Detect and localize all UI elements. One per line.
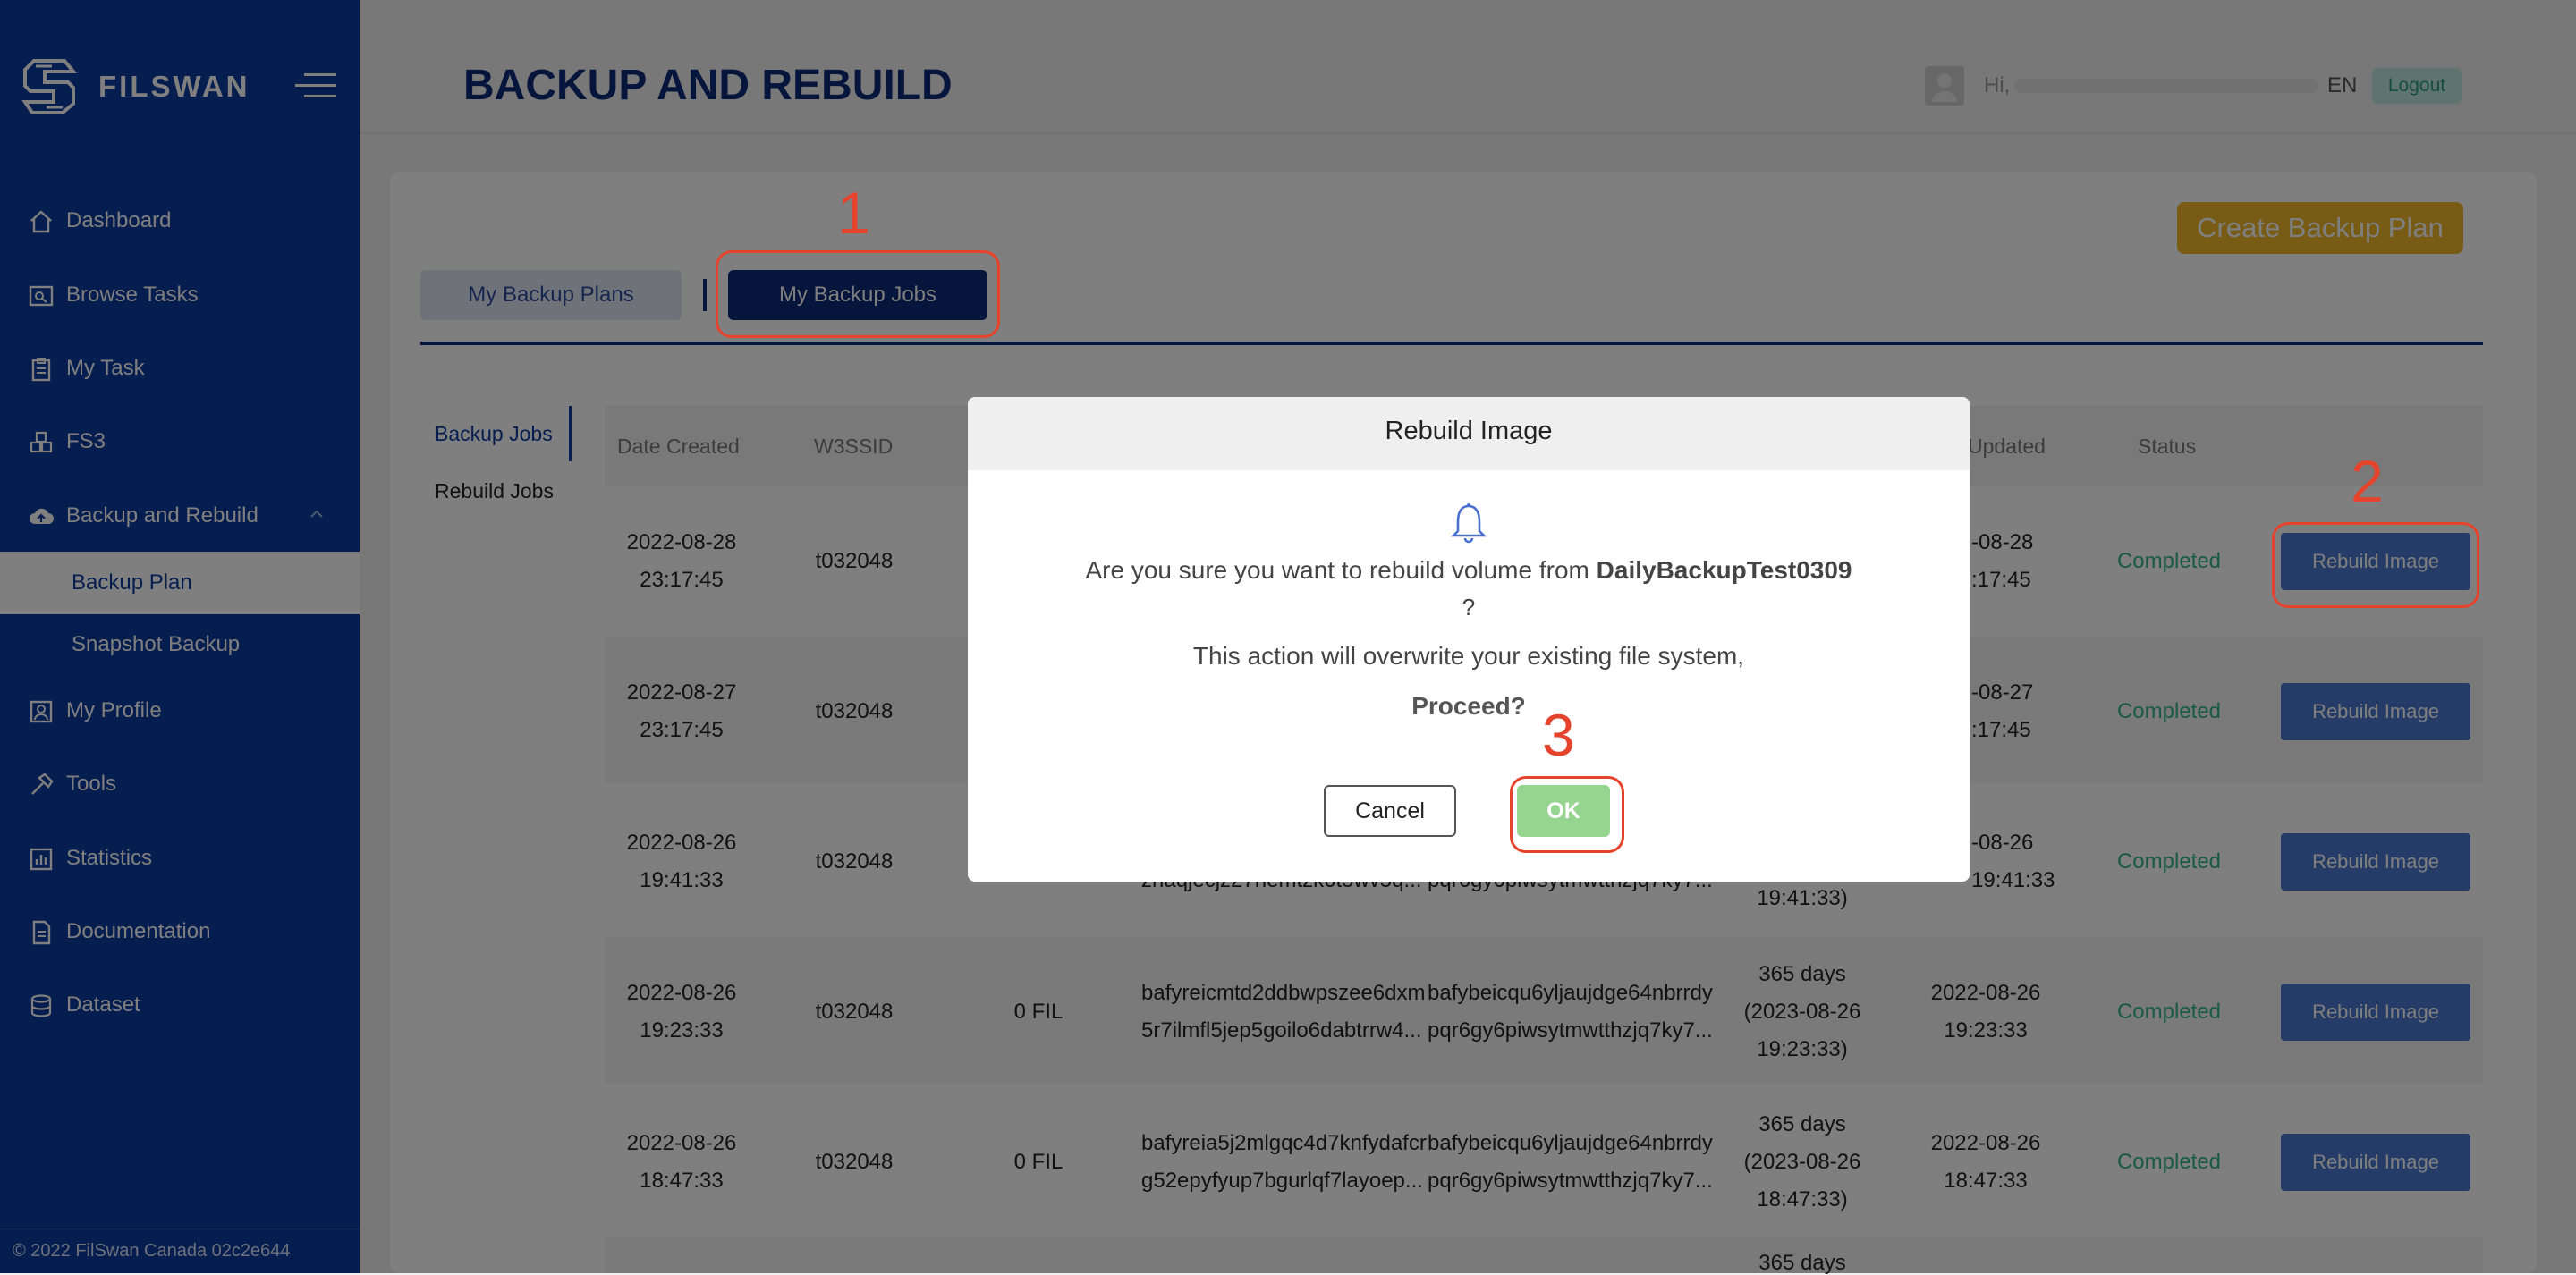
cancel-button[interactable]: Cancel bbox=[1324, 785, 1456, 837]
dialog-title: Rebuild Image bbox=[1385, 417, 1553, 445]
rebuild-image-dialog: Rebuild Image Are you sure you want to r… bbox=[968, 397, 1970, 882]
dialog-proceed: Proceed? bbox=[1411, 692, 1526, 720]
dialog-question: Are you sure you want to rebuild volume … bbox=[1085, 556, 1852, 584]
annotation-number-1: 1 bbox=[837, 180, 870, 246]
annotation-box-3 bbox=[1510, 776, 1624, 853]
annotation-number-3: 3 bbox=[1542, 702, 1575, 768]
dialog-question-mark: ? bbox=[1462, 594, 1476, 621]
annotation-box-1 bbox=[716, 250, 1000, 338]
bell-icon bbox=[1450, 503, 1487, 544]
dialog-header: Rebuild Image bbox=[968, 397, 1970, 470]
annotation-box-2 bbox=[2272, 522, 2479, 608]
dialog-warning: This action will overwrite your existing… bbox=[1192, 642, 1745, 670]
volume-name: DailyBackupTest0309 bbox=[1596, 556, 1852, 584]
annotation-number-2: 2 bbox=[2351, 448, 2384, 514]
